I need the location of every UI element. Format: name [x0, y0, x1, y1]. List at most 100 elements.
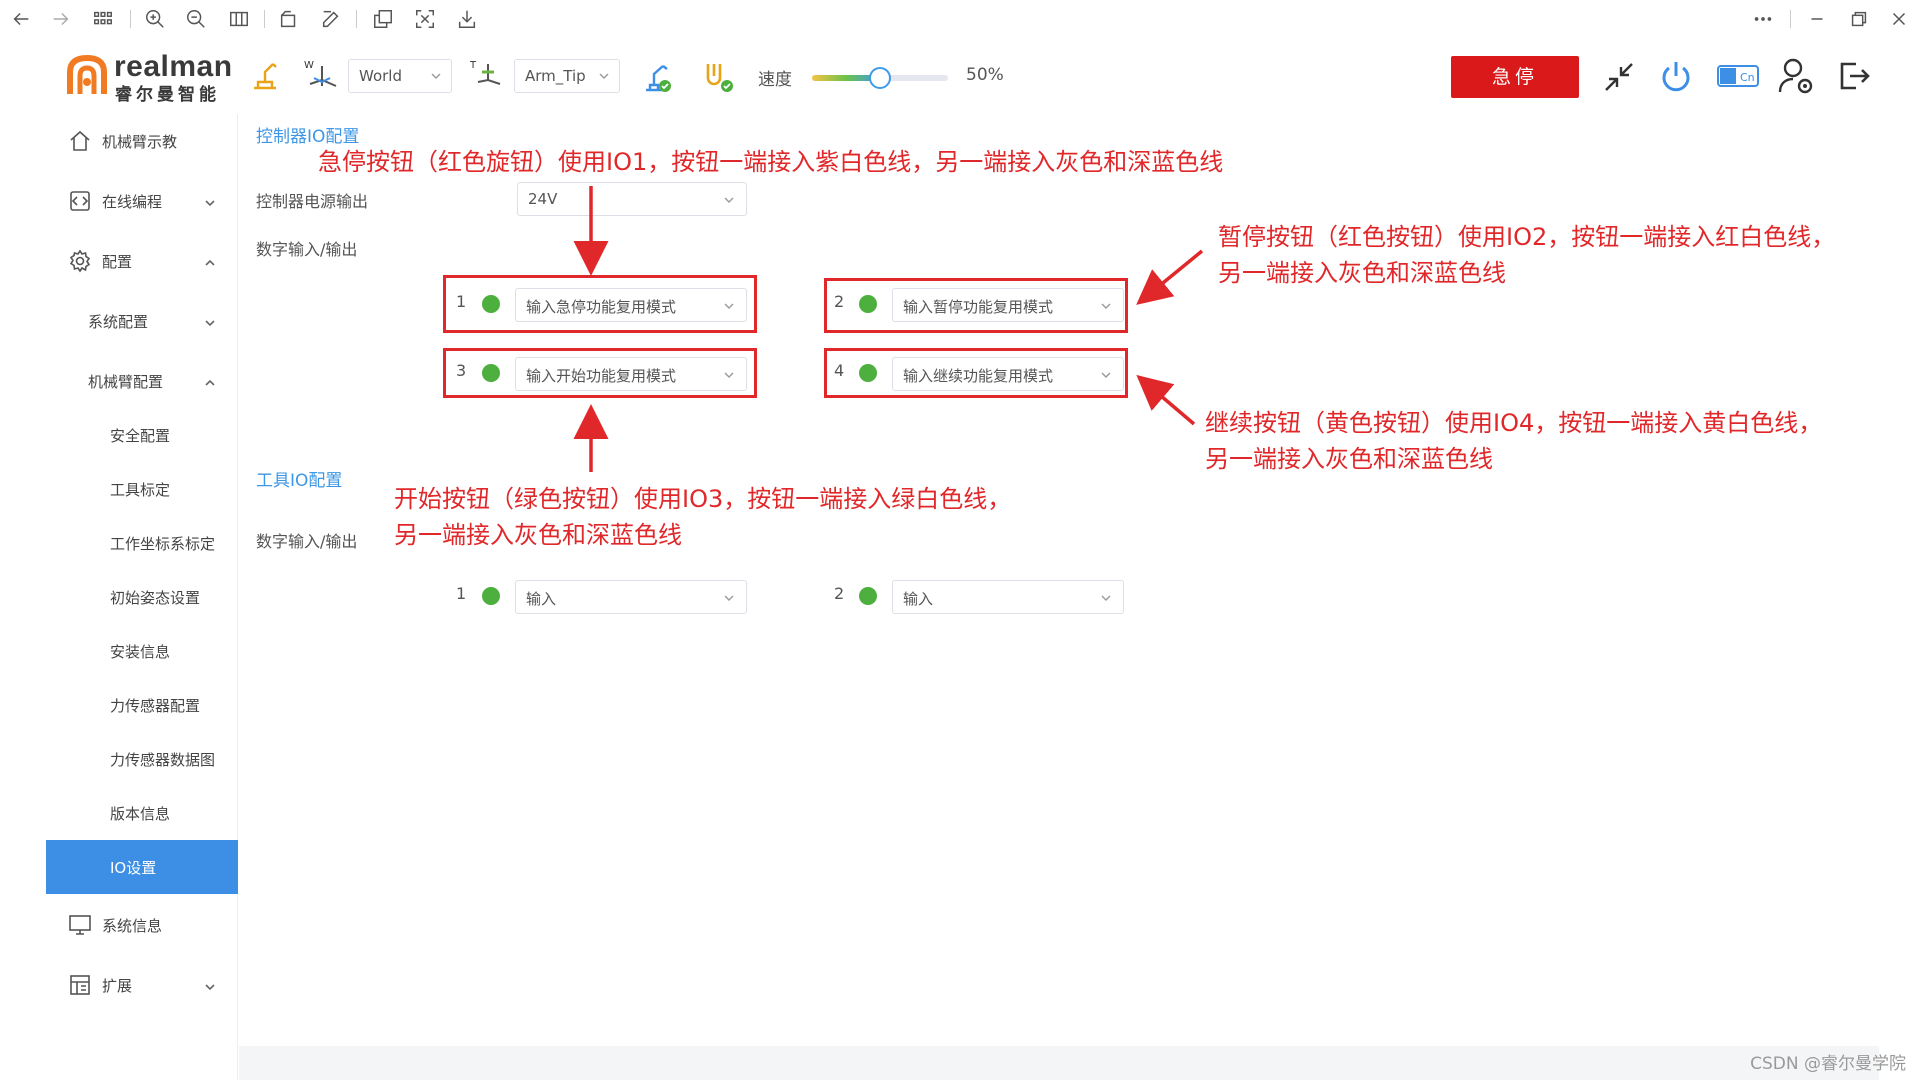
highlight-box-io2	[824, 278, 1128, 333]
chevron-up-icon	[204, 255, 216, 267]
sidebar-item-label: 工作坐标系标定	[110, 534, 216, 553]
io-status-indicator	[482, 587, 500, 605]
sidebar-item-label: IO设置	[110, 858, 157, 877]
minimize-icon[interactable]	[1804, 6, 1830, 32]
chevron-down-icon	[722, 193, 736, 207]
sidebar-item-online-programming[interactable]: 在线编程	[46, 174, 238, 228]
tool-select-value: Arm_Tip	[525, 67, 586, 85]
annotation-continue-line1: 继续按钮（黄色按钮）使用IO4，按钮一端接入黄白色线，	[1205, 409, 1823, 437]
sidebar-item-initial-pose[interactable]: 初始姿态设置	[46, 570, 238, 624]
restore-icon[interactable]	[1846, 6, 1872, 32]
speed-slider[interactable]	[812, 67, 948, 89]
download-icon[interactable]	[454, 6, 480, 32]
sidebar-item-label: 安全配置	[110, 426, 171, 445]
sidebar-item-config[interactable]: 配置	[46, 234, 238, 288]
speed-slider-thumb[interactable]	[869, 67, 891, 89]
sidebar-item-force-sensor-config[interactable]: 力传感器配置	[46, 678, 238, 732]
code-icon	[68, 189, 92, 213]
gripper-status-icon[interactable]	[700, 58, 736, 94]
zoom-out-icon[interactable]	[183, 6, 209, 32]
sidebar-item-work-frame-calibration[interactable]: 工作坐标系标定	[46, 516, 238, 570]
chevron-down-icon	[204, 195, 216, 207]
sidebar-item-label: 工具标定	[110, 480, 171, 499]
sidebar-item-safety-config[interactable]: 安全配置	[46, 408, 238, 462]
robot-status-icon[interactable]	[640, 58, 674, 94]
forward-arrow-icon[interactable]	[48, 6, 74, 32]
grid-icon[interactable]	[90, 6, 116, 32]
sidebar-nav: 机械臂示教 在线编程 配置 系统配置 机械臂配置 安全配置 工具标定 工作坐标系…	[46, 114, 238, 1080]
home-icon	[68, 129, 92, 153]
close-icon[interactable]	[1886, 6, 1912, 32]
tool-digital-io-label: 数字输入/输出	[256, 532, 358, 551]
frame-select[interactable]: World	[348, 59, 452, 93]
arrow-to-io2	[1136, 249, 1204, 305]
rotate-icon[interactable]	[276, 6, 302, 32]
annotation-start-line2: 另一端接入灰色和深蓝色线	[394, 521, 682, 549]
edit-icon[interactable]	[318, 6, 344, 32]
sidebar-item-extensions[interactable]: 扩展	[46, 958, 238, 1012]
emergency-stop-button[interactable]: 急停	[1451, 56, 1579, 98]
sidebar-item-io-settings[interactable]: IO设置	[46, 840, 238, 894]
tool-frame-icon: T	[470, 58, 506, 92]
teach-arm-icon[interactable]	[250, 58, 280, 92]
crop-icon[interactable]	[412, 6, 438, 32]
sidebar-item-label: 在线编程	[102, 192, 163, 211]
speed-label: 速度	[758, 70, 792, 90]
fit-page-icon[interactable]	[226, 6, 252, 32]
realman-logo-icon	[67, 54, 107, 94]
svg-text:W: W	[304, 60, 314, 71]
power-icon[interactable]	[1658, 58, 1694, 96]
sidebar-item-install-info[interactable]: 安装信息	[46, 624, 238, 678]
sidebar-item-force-sensor-chart[interactable]: 力传感器数据图	[46, 732, 238, 786]
zoom-in-icon[interactable]	[142, 6, 168, 32]
annotation-estop: 急停按钮（红色旋钮）使用IO1，按钮一端接入紫白色线，另一端接入灰色和深蓝色线	[318, 148, 1224, 176]
sidebar-item-label: 机械臂配置	[88, 372, 164, 391]
sidebar-item-label: 初始姿态设置	[110, 588, 201, 607]
language-toggle-icon[interactable]: Cn	[1716, 62, 1760, 90]
digital-io-label: 数字输入/输出	[256, 240, 358, 259]
power-output-select[interactable]: 24V	[517, 182, 747, 216]
sidebar-item-label: 配置	[102, 252, 133, 271]
frame-select-value: World	[359, 67, 402, 85]
sidebar-item-tool-calibration[interactable]: 工具标定	[46, 462, 238, 516]
chevron-down-icon	[204, 979, 216, 991]
tool-io-title: 工具IO配置	[256, 471, 343, 491]
highlight-box-io4	[824, 348, 1128, 398]
io-number: 1	[456, 584, 467, 603]
collapse-icon[interactable]	[1602, 60, 1636, 94]
sidebar-item-label: 力传感器配置	[110, 696, 201, 715]
annotation-pause-line2: 另一端接入灰色和深蓝色线	[1218, 259, 1506, 287]
app-header: realman 睿尔曼智能 W World T Arm_Tip 速度 50% 急…	[0, 38, 1920, 114]
sidebar-item-label: 系统信息	[102, 916, 163, 935]
window-titlebar	[0, 0, 1920, 38]
chevron-down-icon	[597, 69, 611, 83]
sidebar-item-system-info[interactable]: 系统信息	[46, 898, 238, 952]
back-arrow-icon[interactable]	[8, 6, 34, 32]
world-frame-icon: W	[304, 58, 340, 92]
tool-select[interactable]: Arm_Tip	[514, 59, 620, 93]
io-number: 2	[834, 584, 845, 603]
chevron-up-icon	[204, 375, 216, 387]
sidebar-item-version-info[interactable]: 版本信息	[46, 786, 238, 840]
sidebar-item-teach[interactable]: 机械臂示教	[46, 114, 238, 168]
chevron-down-icon	[204, 315, 216, 327]
highlight-box-io3	[443, 348, 757, 398]
sidebar-item-label: 机械臂示教	[102, 132, 178, 151]
annotation-pause-line1: 暂停按钮（红色按钮）使用IO2，按钮一端接入红白色线，	[1218, 223, 1836, 251]
tool-io1-mode-select[interactable]: 输入	[515, 580, 747, 614]
sidebar-item-label: 系统配置	[88, 312, 149, 331]
logout-icon[interactable]	[1836, 58, 1872, 94]
logo-text-en: realman	[114, 50, 233, 83]
power-output-label: 控制器电源输出	[256, 192, 369, 211]
tool-io2-mode-select[interactable]: 输入	[892, 580, 1124, 614]
user-settings-icon[interactable]	[1777, 56, 1815, 96]
chevron-down-icon	[722, 591, 736, 605]
sidebar-item-arm-config[interactable]: 机械臂配置	[46, 354, 238, 408]
copy-icon[interactable]	[370, 6, 396, 32]
more-icon[interactable]	[1750, 6, 1776, 32]
arrow-to-io4	[1136, 374, 1196, 426]
sidebar-item-system-config[interactable]: 系统配置	[46, 294, 238, 348]
svg-text:Cn: Cn	[1740, 71, 1755, 84]
logo-text-cn: 睿尔曼智能	[115, 85, 220, 105]
monitor-icon	[68, 913, 92, 937]
